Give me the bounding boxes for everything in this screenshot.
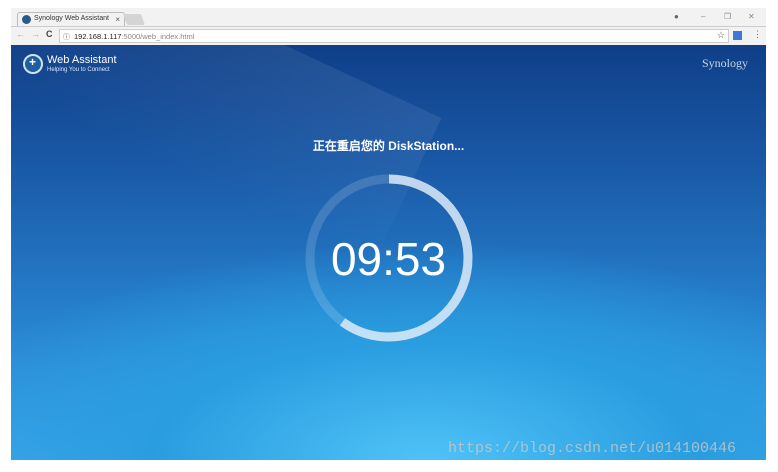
address-bar[interactable]: ⓘ 192.168.1.117:5000/web_index.html ☆ xyxy=(59,29,729,43)
menu-icon[interactable]: ⋮ xyxy=(753,29,762,40)
web-assistant-logo-icon xyxy=(23,54,43,74)
tab-close-icon[interactable]: × xyxy=(115,15,120,24)
minimize-button[interactable]: – xyxy=(701,12,705,21)
translate-icon[interactable] xyxy=(733,31,742,40)
restart-message: 正在重启您的 DiskStation... xyxy=(312,139,465,153)
watermark: https://blog.csdn.net/u014100446 xyxy=(448,440,737,457)
back-button[interactable]: ← xyxy=(16,29,25,39)
new-tab-button[interactable] xyxy=(122,14,146,25)
web-assistant-page: Web Assistant Helping You to Connect Syn… xyxy=(11,45,766,460)
info-icon[interactable]: ⓘ xyxy=(63,32,70,42)
synology-logo: Synology xyxy=(701,56,748,70)
forward-button[interactable]: → xyxy=(31,29,40,39)
close-window-button[interactable]: ✕ xyxy=(748,12,755,21)
reload-button[interactable]: C xyxy=(46,29,53,39)
countdown-timer: 09:53 xyxy=(330,233,447,285)
url-path: :5000/web_index.html xyxy=(121,32,195,41)
profile-icon[interactable]: ● xyxy=(674,12,679,21)
app-name: Web Assistant xyxy=(47,54,117,66)
maximize-button[interactable]: ❐ xyxy=(724,12,731,21)
synology-favicon-icon xyxy=(22,15,31,24)
tab-title: Synology Web Assistant xyxy=(34,15,109,22)
bookmark-star-icon[interactable]: ☆ xyxy=(717,30,725,41)
url-host: 192.168.1.117 xyxy=(74,32,122,41)
app-tagline: Helping You to Connect xyxy=(47,67,110,73)
browser-chrome: Synology Web Assistant × ● – ❐ ✕ ← → C ⓘ… xyxy=(11,8,766,45)
browser-tab[interactable]: Synology Web Assistant × xyxy=(17,12,125,26)
toolbar: ← → C ⓘ 192.168.1.117:5000/web_index.htm… xyxy=(11,26,766,45)
